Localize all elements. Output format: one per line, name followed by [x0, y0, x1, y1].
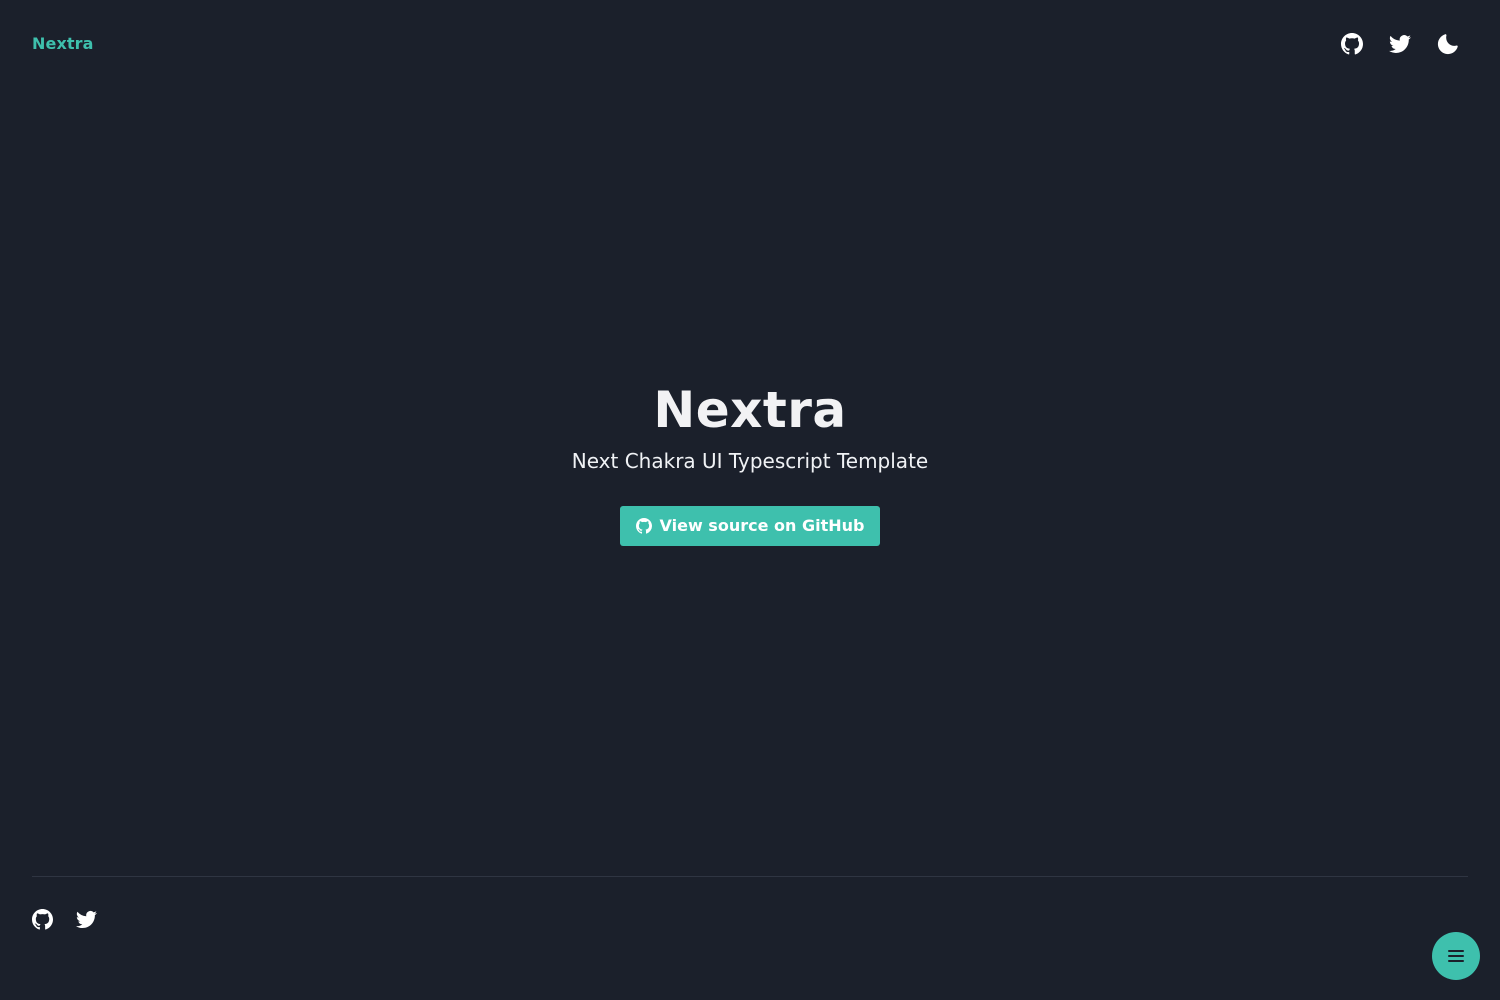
- menu-fab-button[interactable]: [1432, 932, 1480, 980]
- top-navigation: Nextra: [0, 0, 1500, 88]
- view-source-button[interactable]: View source on GitHub: [619, 506, 881, 546]
- view-source-button-label: View source on GitHub: [659, 516, 865, 535]
- footer-divider: [32, 876, 1468, 877]
- hero-subtitle: Next Chakra UI Typescript Template: [571, 449, 929, 473]
- color-mode-toggle[interactable]: [1432, 28, 1464, 60]
- hero-section: Nextra Next Chakra UI Typescript Templat…: [0, 380, 1500, 546]
- twitter-icon: [1389, 35, 1411, 53]
- footer-github-link[interactable]: [28, 905, 56, 933]
- twitter-icon: [75, 910, 97, 928]
- github-link-button[interactable]: [1336, 28, 1368, 60]
- github-icon: [635, 518, 652, 534]
- twitter-link-button[interactable]: [1384, 28, 1416, 60]
- moon-icon: [1437, 34, 1458, 55]
- footer-twitter-link[interactable]: [72, 905, 100, 933]
- brand-link[interactable]: Nextra: [32, 30, 94, 58]
- menu-icon: [1448, 950, 1464, 962]
- github-icon: [1341, 33, 1363, 55]
- hero-title: Nextra: [653, 381, 847, 439]
- github-icon: [31, 908, 53, 929]
